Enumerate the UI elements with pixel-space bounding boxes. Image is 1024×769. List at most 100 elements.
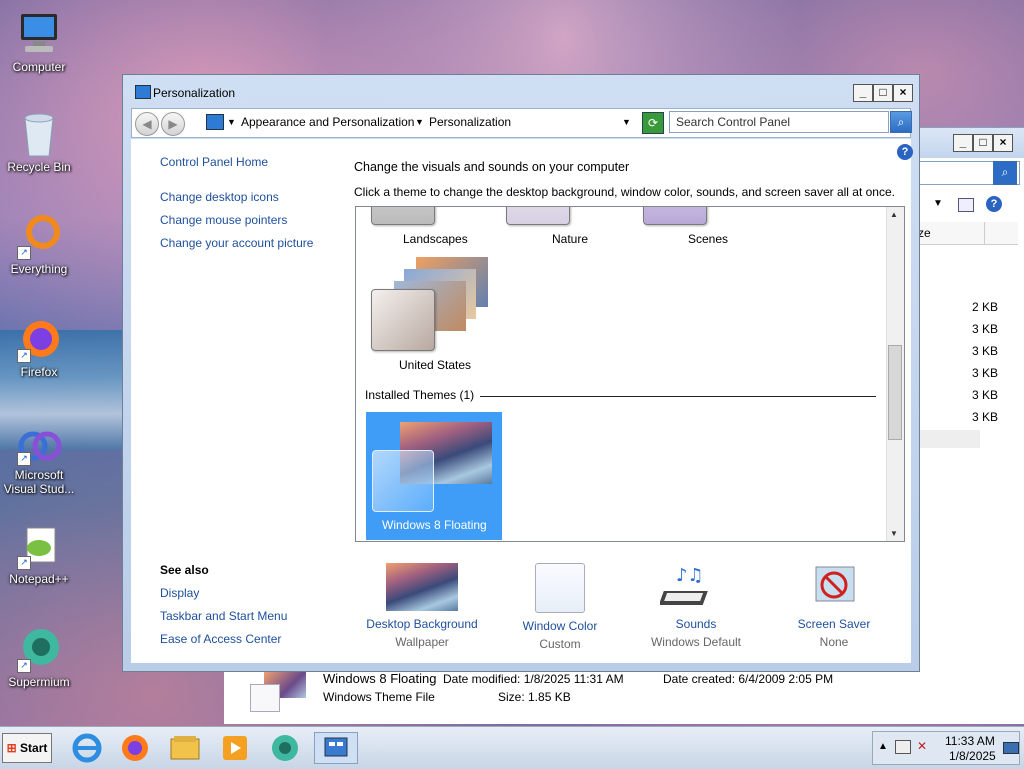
window-content: ? Control Panel Home Change desktop icon… bbox=[131, 139, 913, 663]
desktop-icon-recycle-bin[interactable]: Recycle Bin bbox=[0, 110, 81, 174]
explorer-window-background[interactable]: _ □ × ⌕ ▼ ? ze 2 KB 3 KB 3 KB 3 KB 3 KB … bbox=[917, 127, 1024, 724]
shortcut-arrow-icon: ↗ bbox=[17, 659, 31, 673]
theme-landscapes-label[interactable]: Landscapes bbox=[403, 232, 468, 246]
desktop-background-link[interactable]: Desktop Background bbox=[357, 617, 487, 631]
breadcrumb-appearance[interactable]: Appearance and Personalization bbox=[241, 115, 414, 129]
close-button[interactable]: × bbox=[893, 84, 913, 102]
address-bar[interactable]: ◀ ▶ ▼ Appearance and Personalization ▼ P… bbox=[131, 108, 912, 138]
selected-row[interactable] bbox=[918, 430, 980, 448]
theme-windows8-label: Windows 8 Floating bbox=[382, 518, 487, 532]
theme-scenes-thumbnail[interactable] bbox=[643, 207, 707, 225]
shortcut-arrow-icon: ↗ bbox=[17, 556, 31, 570]
minimize-button[interactable]: _ bbox=[953, 134, 973, 152]
refresh-icon[interactable]: ⟳ bbox=[642, 112, 664, 134]
theme-landscapes-thumbnail[interactable] bbox=[371, 207, 435, 225]
close-button[interactable]: × bbox=[993, 134, 1013, 152]
window-title: Personalization bbox=[153, 86, 236, 100]
theme-us-label[interactable]: United States bbox=[399, 358, 471, 372]
change-account-picture-link[interactable]: Change your account picture bbox=[160, 236, 313, 250]
network-icon[interactable] bbox=[895, 740, 911, 754]
size-column-header[interactable]: ze bbox=[918, 222, 1018, 245]
theme-windows8-floating-selected[interactable]: Windows 8 Floating bbox=[366, 412, 502, 540]
sounds-link[interactable]: Sounds bbox=[631, 617, 761, 631]
search-icon[interactable]: ⌕ bbox=[993, 161, 1017, 185]
control-panel-taskbar-button[interactable] bbox=[314, 732, 358, 764]
personalization-window[interactable]: Personalization _ □ × ◀ ▶ ▼ Appearance a… bbox=[122, 74, 920, 672]
desktop-icon-everything[interactable]: ↗ Everything bbox=[0, 212, 81, 276]
firefox-icon: ↗ bbox=[15, 315, 63, 363]
desktop-icon-computer[interactable]: Computer bbox=[0, 10, 81, 74]
theme-us-thumbnail[interactable] bbox=[371, 289, 435, 351]
file-size: 3 KB bbox=[971, 322, 998, 336]
screen-saver-icon bbox=[798, 563, 870, 611]
screen-saver-item[interactable]: Screen Saver None bbox=[769, 563, 899, 649]
change-desktop-icons-link[interactable]: Change desktop icons bbox=[160, 190, 279, 204]
scroll-down-icon[interactable]: ▼ bbox=[890, 529, 898, 538]
scroll-up-icon[interactable]: ▲ bbox=[890, 210, 898, 219]
gallery-scrollbar[interactable]: ▲ ▼ bbox=[886, 207, 904, 541]
help-icon[interactable]: ? bbox=[986, 196, 1002, 212]
theme-nature-thumbnail[interactable] bbox=[506, 207, 570, 225]
chevron-down-icon[interactable]: ▼ bbox=[415, 117, 424, 127]
page-subheading: Click a theme to change the desktop back… bbox=[354, 185, 895, 199]
sounds-item[interactable]: ♪♫ Sounds Windows Default bbox=[631, 563, 761, 649]
start-button[interactable]: ⊞ Start bbox=[2, 733, 52, 763]
show-desktop-icon[interactable] bbox=[1003, 742, 1019, 754]
address-dropdown-icon[interactable]: ▼ bbox=[622, 117, 631, 127]
display-link[interactable]: Display bbox=[160, 586, 199, 600]
search-icon[interactable]: ⌕ bbox=[890, 111, 912, 133]
scrollbar-thumb[interactable] bbox=[888, 345, 902, 440]
breadcrumb-personalization[interactable]: Personalization bbox=[429, 115, 511, 129]
installed-themes-header: Installed Themes (1) bbox=[365, 388, 475, 402]
media-player-icon[interactable] bbox=[218, 732, 252, 764]
show-hidden-icons-icon[interactable]: ▲ bbox=[878, 741, 888, 752]
taskbar-start-menu-link[interactable]: Taskbar and Start Menu bbox=[160, 609, 287, 623]
desktop-icon-supermium[interactable]: ↗ Supermium bbox=[0, 625, 81, 689]
screen-saver-link[interactable]: Screen Saver bbox=[769, 617, 899, 631]
desktop-icon-visual-studio[interactable]: ↗ Microsoft Visual Stud... bbox=[0, 418, 81, 496]
system-tray: ▲ ✕ 11:33 AM 1/8/2025 bbox=[872, 731, 1020, 765]
back-button[interactable]: ◀ bbox=[135, 112, 159, 136]
internet-explorer-icon[interactable] bbox=[70, 732, 104, 764]
window-color-item[interactable]: Window Color Custom bbox=[495, 563, 625, 651]
help-icon[interactable]: ? bbox=[897, 144, 913, 160]
clock-time[interactable]: 11:33 AM bbox=[945, 734, 995, 748]
chevron-down-icon[interactable]: ▼ bbox=[227, 117, 236, 127]
desktop-background-item[interactable]: Desktop Background Wallpaper bbox=[357, 563, 487, 649]
desktop-icon-label: Computer bbox=[12, 60, 66, 74]
window-color-icon bbox=[535, 563, 585, 613]
control-panel-home-link[interactable]: Control Panel Home bbox=[160, 155, 268, 169]
file-explorer-icon[interactable] bbox=[168, 732, 202, 764]
desktop-icon-notepadpp[interactable]: ↗ Notepad++ bbox=[0, 522, 81, 586]
section-divider bbox=[480, 396, 876, 397]
volume-muted-icon[interactable]: ✕ bbox=[917, 739, 927, 753]
supermium-icon[interactable] bbox=[268, 732, 302, 764]
minimize-button[interactable]: _ bbox=[853, 84, 873, 102]
clock-date[interactable]: 1/8/2025 bbox=[949, 749, 996, 763]
ease-of-access-link[interactable]: Ease of Access Center bbox=[160, 632, 281, 646]
sounds-icon: ♪♫ bbox=[658, 563, 732, 611]
window-titlebar[interactable]: Personalization _ □ × bbox=[131, 82, 913, 104]
theme-scenes-label[interactable]: Scenes bbox=[688, 232, 728, 246]
supermium-icon: ↗ bbox=[15, 625, 63, 673]
view-dropdown-icon[interactable]: ▼ bbox=[933, 198, 943, 209]
computer-icon bbox=[15, 10, 63, 58]
theme-file-icon bbox=[250, 684, 280, 712]
file-size: 3 KB bbox=[971, 366, 998, 380]
maximize-button[interactable]: □ bbox=[973, 134, 993, 152]
forward-button[interactable]: ▶ bbox=[161, 112, 185, 136]
file-size: 2 KB bbox=[971, 300, 998, 314]
explorer-titlebar[interactable]: _ □ × bbox=[918, 128, 1024, 158]
search-input[interactable]: Search Control Panel bbox=[669, 111, 889, 133]
change-mouse-pointers-link[interactable]: Change mouse pointers bbox=[160, 213, 287, 227]
detail-created: Date created: 6/4/2009 2:05 PM bbox=[663, 672, 834, 686]
maximize-button[interactable]: □ bbox=[873, 84, 893, 102]
theme-gallery[interactable]: Landscapes Nature Scenes United States I… bbox=[355, 206, 905, 542]
sounds-value: Windows Default bbox=[650, 635, 742, 649]
theme-nature-label[interactable]: Nature bbox=[552, 232, 588, 246]
desktop-icon-firefox[interactable]: ↗ Firefox bbox=[0, 315, 81, 379]
firefox-icon[interactable] bbox=[118, 732, 152, 764]
desktop-icon-label: Supermium bbox=[8, 675, 70, 689]
window-color-link[interactable]: Window Color bbox=[495, 619, 625, 633]
preview-pane-icon[interactable] bbox=[958, 198, 974, 212]
